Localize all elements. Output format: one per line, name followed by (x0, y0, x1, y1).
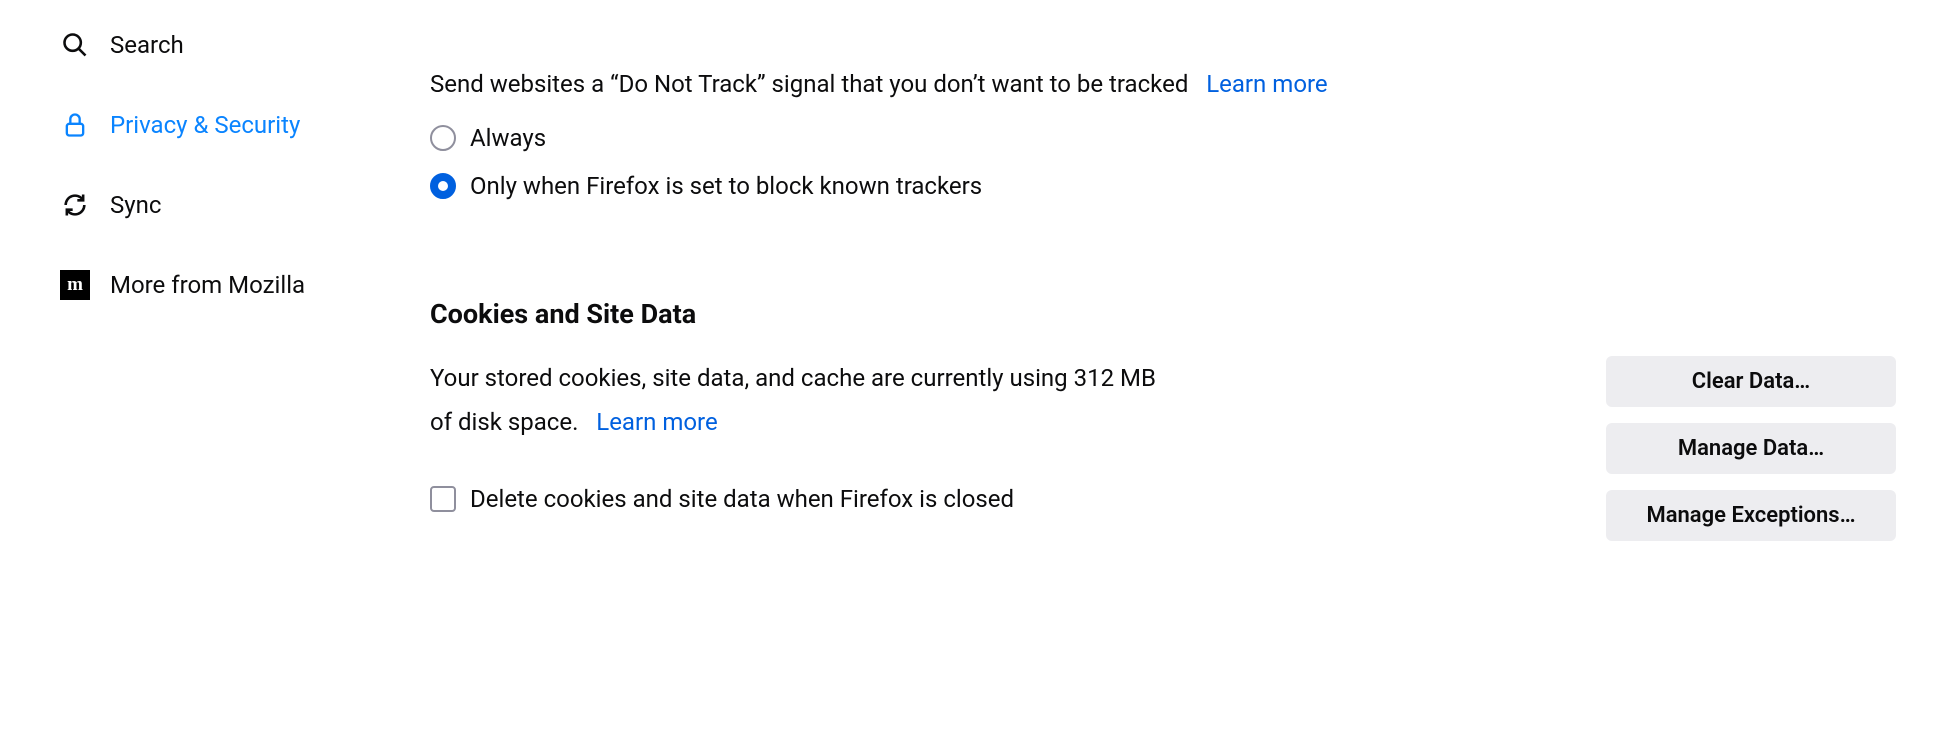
radio-label: Always (470, 124, 546, 152)
radio-input[interactable] (430, 173, 456, 199)
cookies-heading: Cookies and Site Data (430, 298, 1896, 330)
manage-exceptions-button[interactable]: Manage Exceptions… (1606, 490, 1896, 541)
cookies-text-column: Your stored cookies, site data, and cach… (430, 356, 1566, 513)
sidebar-item-more-mozilla[interactable]: m More from Mozilla (60, 258, 400, 312)
mozilla-icon: m (60, 270, 90, 300)
sidebar-item-label: Sync (110, 191, 161, 219)
dnt-radio-always[interactable]: Always (430, 124, 1896, 152)
sidebar-item-search[interactable]: Search (60, 18, 400, 72)
dnt-learn-more-link[interactable]: Learn more (1206, 70, 1327, 98)
lock-icon (60, 110, 90, 140)
sidebar-item-sync[interactable]: Sync (60, 178, 400, 232)
clear-data-button[interactable]: Clear Data… (1606, 356, 1896, 407)
dnt-radio-only-when[interactable]: Only when Firefox is set to block known … (430, 172, 1896, 200)
sidebar: Search Privacy & Security Sync (0, 0, 400, 732)
cookies-learn-more-link[interactable]: Learn more (596, 408, 717, 436)
cookies-description-text: Your stored cookies, site data, and cach… (430, 364, 1156, 436)
delete-on-close-row[interactable]: Delete cookies and site data when Firefo… (430, 485, 1566, 513)
dnt-description-text: Send websites a “Do Not Track” signal th… (430, 70, 1188, 98)
search-icon (60, 30, 90, 60)
sidebar-item-privacy-security[interactable]: Privacy & Security (60, 98, 400, 152)
manage-data-button[interactable]: Manage Data… (1606, 423, 1896, 474)
cookies-buttons-column: Clear Data… Manage Data… Manage Exceptio… (1606, 356, 1896, 541)
cookies-description: Your stored cookies, site data, and cach… (430, 356, 1170, 445)
sidebar-item-label: More from Mozilla (110, 271, 305, 299)
checkbox-label: Delete cookies and site data when Firefo… (470, 485, 1014, 513)
sync-icon (60, 190, 90, 220)
sidebar-item-label: Search (110, 31, 184, 59)
cookies-row: Your stored cookies, site data, and cach… (430, 356, 1896, 541)
checkbox-input[interactable] (430, 486, 456, 512)
radio-input[interactable] (430, 125, 456, 151)
radio-label: Only when Firefox is set to block known … (470, 172, 982, 200)
sidebar-item-label: Privacy & Security (110, 111, 300, 139)
main-content: Send websites a “Do Not Track” signal th… (400, 0, 1956, 732)
dnt-description-row: Send websites a “Do Not Track” signal th… (430, 66, 1896, 102)
